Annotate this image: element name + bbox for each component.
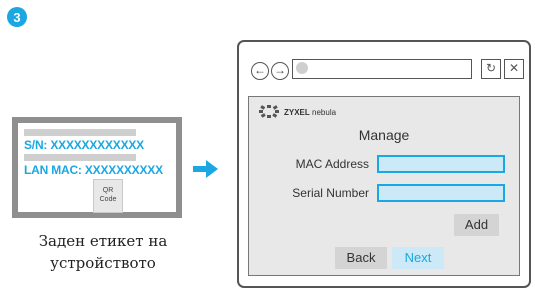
back-arrow-icon[interactable]: ← xyxy=(251,62,269,80)
device-rear-label: S/N: XXXXXXXXXXXX LAN MAC: XXXXXXXXXX QR… xyxy=(12,117,182,218)
lan-mac-text: LAN MAC: XXXXXXXXXX xyxy=(24,163,163,177)
refresh-icon[interactable]: ↻ xyxy=(481,59,501,79)
zyxel-logo: ZYXEL nebula xyxy=(259,105,336,119)
url-bar[interactable] xyxy=(292,59,472,79)
caption-line-2: устройството xyxy=(50,254,156,272)
mac-address-label: MAC Address xyxy=(295,157,369,171)
add-button[interactable]: Add xyxy=(454,214,499,236)
zyxel-logo-icon xyxy=(259,105,279,118)
page-title: Manage xyxy=(358,127,410,143)
label-inner: S/N: XXXXXXXXXXXX LAN MAC: XXXXXXXXXX QR… xyxy=(18,123,176,213)
back-button[interactable]: Back xyxy=(335,247,387,269)
label-placeholder-bar xyxy=(24,154,136,161)
browser-window: ← → ↻ ✕ ZYXEL nebula Manage MAC Address … xyxy=(237,40,531,288)
arrow-right-icon xyxy=(193,160,218,178)
globe-icon xyxy=(296,62,308,74)
label-placeholder-bar xyxy=(24,129,136,136)
caption-line-1: Заден етикет на xyxy=(38,232,168,250)
label-caption: Заден етикет на устройството xyxy=(8,230,198,274)
serial-number-input[interactable] xyxy=(377,184,505,202)
step-number-badge: 3 xyxy=(7,7,27,27)
forward-arrow-icon[interactable]: → xyxy=(271,62,289,80)
registration-page: ZYXEL nebula Manage MAC Address Serial N… xyxy=(248,96,520,276)
serial-number-text: S/N: XXXXXXXXXXXX xyxy=(24,138,144,152)
qr-label-line2: Code xyxy=(99,196,117,203)
close-icon[interactable]: ✕ xyxy=(504,59,524,79)
qr-code: QR Code xyxy=(93,179,123,213)
qr-label-line1: QR xyxy=(102,187,114,194)
serial-number-label: Serial Number xyxy=(292,186,369,200)
next-button[interactable]: Next xyxy=(392,247,444,269)
logo-text: ZYXEL nebula xyxy=(284,107,337,117)
mac-address-input[interactable] xyxy=(377,155,505,173)
